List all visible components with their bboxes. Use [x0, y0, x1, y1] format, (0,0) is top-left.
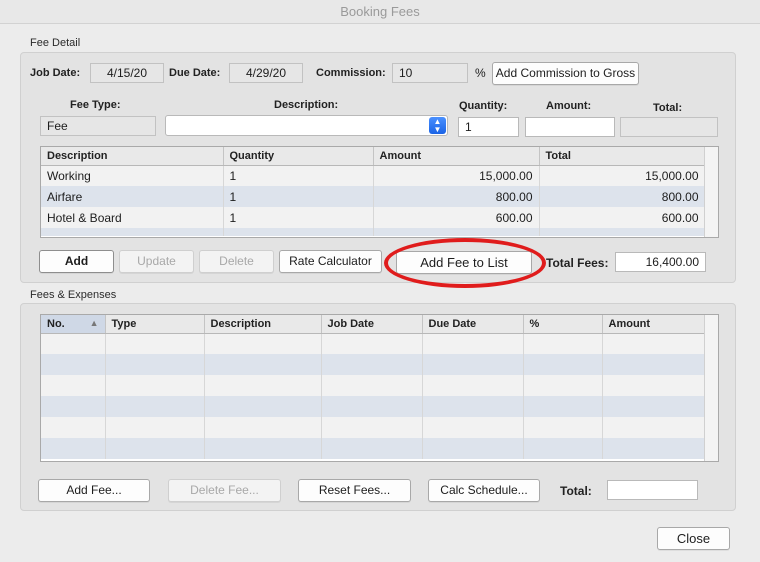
table-row[interactable]	[41, 228, 706, 236]
table-row[interactable]	[41, 396, 706, 417]
cell-description: Working	[41, 165, 224, 186]
table-row[interactable]	[41, 438, 706, 459]
cell-description: Airfare	[41, 186, 224, 207]
table-row[interactable]	[41, 354, 706, 375]
column-header-description[interactable]: Description	[41, 147, 224, 166]
column-header-percent[interactable]: %	[523, 315, 603, 334]
table-row[interactable]	[41, 417, 706, 438]
reset-fees-button[interactable]: Reset Fees...	[298, 479, 411, 502]
column-header-job-date[interactable]: Job Date	[321, 315, 423, 334]
quantity-label: Quantity:	[459, 100, 508, 112]
cell-quantity: 1	[223, 165, 374, 186]
description-label: Description:	[274, 99, 339, 111]
percent-sign: %	[475, 66, 486, 80]
description-select[interactable]: ▲ ▼	[165, 115, 448, 136]
column-header-no-label: No.	[47, 317, 65, 330]
cell-amount: 15,000.00	[373, 165, 540, 186]
column-header-quantity[interactable]: Quantity	[223, 147, 374, 166]
window-title: Booking Fees	[340, 4, 420, 19]
due-date-label: Due Date:	[169, 67, 221, 79]
calc-schedule-button[interactable]: Calc Schedule...	[428, 479, 540, 502]
table-row[interactable]	[41, 333, 706, 354]
add-button[interactable]: Add	[39, 250, 114, 273]
total-fees-field: 16,400.00	[615, 252, 706, 272]
fees-expenses-group-label: Fees & Expenses	[30, 289, 117, 301]
update-button[interactable]: Update	[119, 250, 194, 273]
rate-calculator-button[interactable]: Rate Calculator	[279, 250, 382, 273]
cell-total: 600.00	[539, 207, 706, 228]
due-date-field[interactable]: 4/29/20	[229, 63, 303, 83]
column-header-total[interactable]: Total	[539, 147, 706, 166]
total-fees-label: Total Fees:	[546, 256, 609, 270]
column-header-no[interactable]: No. ▲	[41, 315, 106, 334]
delete-button[interactable]: Delete	[199, 250, 274, 273]
cell-description: Hotel & Board	[41, 207, 224, 228]
fee-detail-table[interactable]: Description Quantity Amount Total Workin…	[40, 146, 719, 238]
quantity-field[interactable]: 1	[458, 117, 519, 137]
table-row[interactable]: Airfare 1 800.00 800.00	[41, 186, 706, 207]
amount-field[interactable]	[525, 117, 615, 137]
cell-quantity: 1	[223, 207, 374, 228]
cell-total: 800.00	[539, 186, 706, 207]
fee-type-label: Fee Type:	[70, 99, 121, 111]
fees-total-field	[607, 480, 698, 500]
fees-total-label: Total:	[560, 484, 592, 498]
total-label: Total:	[653, 102, 683, 114]
chevron-up-down-icon: ▲ ▼	[429, 117, 446, 134]
total-field	[620, 117, 718, 137]
amount-label: Amount:	[546, 100, 592, 112]
commission-label: Commission:	[316, 67, 386, 79]
cell-total: 15,000.00	[539, 165, 706, 186]
cell-amount: 800.00	[373, 186, 540, 207]
column-header-type[interactable]: Type	[105, 315, 205, 334]
column-header-due-date[interactable]: Due Date	[422, 315, 524, 334]
job-date-label: Job Date:	[30, 67, 81, 79]
fee-table-scrollbar[interactable]	[704, 147, 718, 237]
cell-quantity: 1	[223, 186, 374, 207]
table-row[interactable]	[41, 375, 706, 396]
delete-fee-button[interactable]: Delete Fee...	[168, 479, 281, 502]
add-commission-to-gross-button[interactable]: Add Commission to Gross	[492, 62, 639, 85]
fee-type-field[interactable]: Fee	[40, 116, 156, 136]
fees-expenses-table[interactable]: No. ▲ Type Description Job Date Due Date…	[40, 314, 719, 462]
column-header-description[interactable]: Description	[204, 315, 322, 334]
close-button[interactable]: Close	[657, 527, 730, 550]
column-header-amount[interactable]: Amount	[602, 315, 706, 334]
fee-detail-group-label: Fee Detail	[30, 37, 81, 49]
cell-amount: 600.00	[373, 207, 540, 228]
add-fee-button[interactable]: Add Fee...	[38, 479, 150, 502]
add-fee-to-list-button[interactable]: Add Fee to List	[396, 251, 532, 274]
table-row[interactable]: Working 1 15,000.00 15,000.00	[41, 165, 706, 186]
job-date-field[interactable]: 4/15/20	[90, 63, 164, 83]
window-title-bar: Booking Fees	[0, 0, 760, 24]
fees-expenses-scrollbar[interactable]	[704, 315, 718, 461]
sort-ascending-icon: ▲	[89, 317, 99, 328]
commission-field[interactable]: 10	[392, 63, 468, 83]
column-header-amount[interactable]: Amount	[373, 147, 540, 166]
table-row[interactable]: Hotel & Board 1 600.00 600.00	[41, 207, 706, 228]
